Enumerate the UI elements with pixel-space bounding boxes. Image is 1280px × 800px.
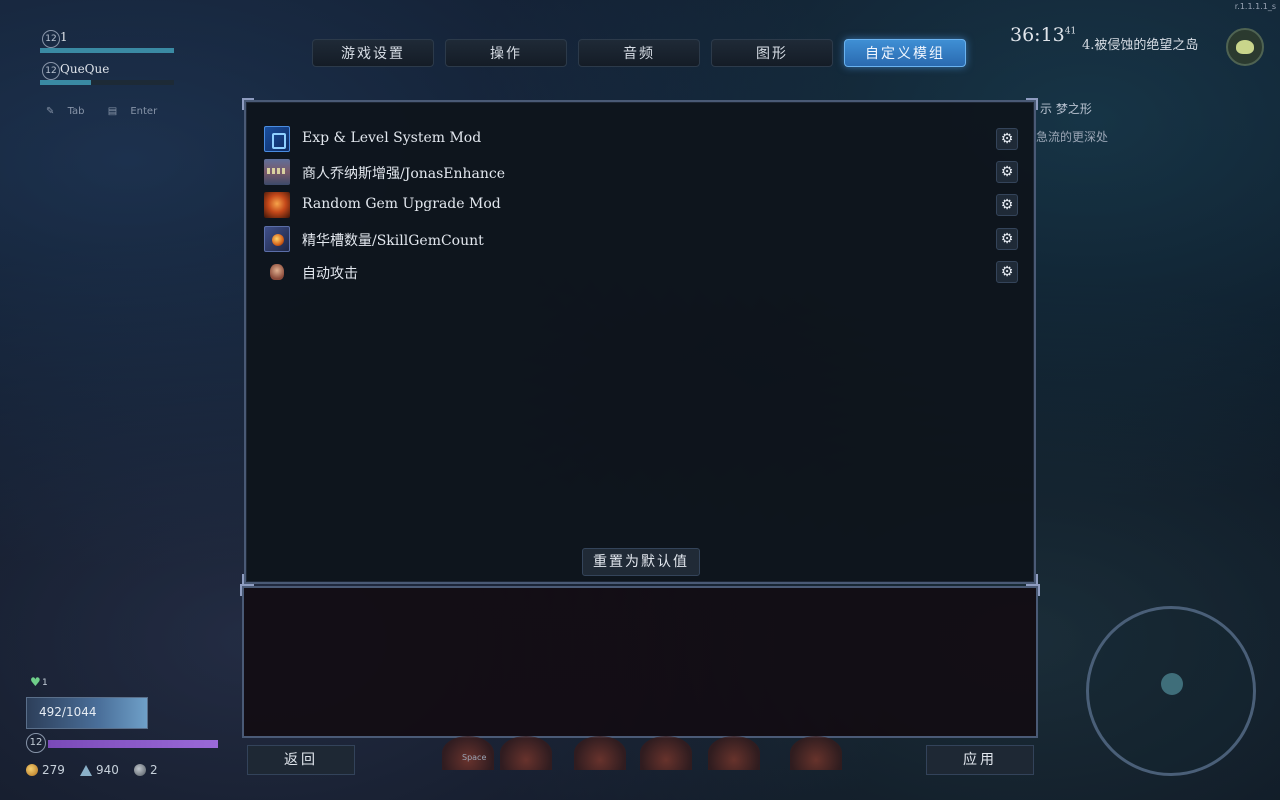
orb-counter: 2 [134, 763, 158, 777]
member-health-bar [40, 48, 174, 53]
run-timer: 36:1341 [1010, 24, 1076, 46]
member-health-fill [40, 80, 91, 85]
member-health-fill [40, 48, 174, 53]
mod-row[interactable]: 自动攻击 ⚙ [262, 257, 1018, 287]
tab-game-settings[interactable]: 游戏设置 [312, 39, 434, 67]
mod-name: 商人乔纳斯增强/JonasEnhance [302, 166, 506, 182]
party-member[interactable]: 12 QueQue [40, 60, 180, 92]
quest-objective: 示 梦之形 [1040, 102, 1092, 116]
chat-icon: ▤ [107, 106, 118, 117]
party-list: 12 1 12 QueQue [40, 28, 180, 92]
merchant-icon [264, 159, 290, 185]
mod-name: 精华槽数量/SkillGemCount [302, 233, 484, 249]
quest-title: 4.被侵蚀的绝望之岛 [1082, 38, 1199, 53]
player-health-text: 492/1044 [39, 705, 97, 719]
skill-gem-icon [264, 226, 290, 252]
player-marker-icon [1161, 673, 1183, 695]
tab-custom-mods[interactable]: 自定义模组 [844, 39, 966, 67]
apply-button[interactable]: 应用 [926, 745, 1034, 775]
mod-name: 自动攻击 [302, 266, 358, 282]
space-key-label: Space [462, 753, 487, 762]
skill-slot [790, 736, 842, 770]
tab-audio[interactable]: 音频 [578, 39, 700, 67]
mod-name: Exp & Level System Mod [302, 130, 482, 146]
mod-settings-button[interactable]: ⚙ [996, 128, 1018, 150]
mod-settings-button[interactable]: ⚙ [996, 228, 1018, 250]
enter-hint-label: Enter [130, 106, 158, 117]
minimap[interactable] [1086, 606, 1256, 776]
mod-name: Random Gem Upgrade Mod [302, 196, 501, 212]
heart-count: 1 [42, 678, 48, 688]
mod-row[interactable]: 精华槽数量/SkillGemCount ⚙ [262, 224, 1018, 254]
gear-icon: ⚙ [1000, 164, 1014, 180]
enter-hint: ▤ Enter [108, 106, 167, 117]
mod-settings-button[interactable]: ⚙ [996, 161, 1018, 183]
player-health-bar: 492/1044 [26, 697, 148, 729]
tab-controls[interactable]: 操作 [445, 39, 567, 67]
member-level: 12 [42, 62, 60, 80]
key-hints: ✎ Tab ▤ Enter [46, 106, 177, 117]
version-label: r.1.1.1.1_s [1234, 2, 1276, 11]
pencil-icon: ✎ [46, 106, 55, 117]
coin-icon [26, 764, 38, 776]
gold-counter: 279 [26, 763, 65, 777]
mod-list-panel: Exp & Level System Mod ⚙ 商人乔纳斯增强/JonasEn… [242, 98, 1038, 586]
shard-counter: 940 [80, 763, 119, 777]
gear-icon: ⚙ [1000, 197, 1014, 213]
timer-value: 36:13 [1010, 24, 1065, 46]
settings-tabs: 游戏设置 操作 音频 图形 自定义模组 [312, 39, 972, 69]
gem-icon [264, 192, 290, 218]
party-member[interactable]: 12 1 [40, 28, 180, 60]
quest-objective-sub: 急流的更深处 [1036, 130, 1109, 144]
boss-avatar-icon [1226, 28, 1264, 66]
skill-slot [708, 736, 760, 770]
orb-value: 2 [150, 763, 158, 777]
skill-slot [640, 736, 692, 770]
heart-icon: ♥ [30, 675, 41, 689]
gold-value: 279 [42, 763, 65, 777]
mod-row[interactable]: Random Gem Upgrade Mod ⚙ [262, 190, 1018, 220]
tab-hint: ✎ Tab [46, 106, 95, 117]
player-xp-fill [48, 740, 218, 748]
member-name: QueQue [60, 62, 110, 76]
player-xp-bar [48, 740, 218, 748]
tab-hint-label: Tab [67, 106, 85, 117]
mod-description-panel [240, 584, 1040, 738]
mod-settings-button[interactable]: ⚙ [996, 194, 1018, 216]
member-health-bar [40, 80, 174, 85]
auto-attack-icon [264, 259, 290, 285]
player-level: 12 [26, 733, 46, 753]
exp-level-icon [264, 126, 290, 152]
skill-slot [500, 736, 552, 770]
back-button[interactable]: 返回 [247, 745, 355, 775]
gear-icon: ⚙ [1000, 131, 1014, 147]
shard-icon [80, 765, 92, 776]
gear-icon: ⚙ [1000, 231, 1014, 247]
mod-row[interactable]: Exp & Level System Mod ⚙ [262, 124, 1018, 154]
member-level: 12 [42, 30, 60, 48]
member-name: 1 [60, 30, 68, 44]
shard-value: 940 [96, 763, 119, 777]
skill-slot [574, 736, 626, 770]
orb-icon [134, 764, 146, 776]
timer-seconds: 41 [1064, 26, 1077, 37]
gear-icon: ⚙ [1000, 264, 1014, 280]
tab-graphics[interactable]: 图形 [711, 39, 833, 67]
mod-settings-button[interactable]: ⚙ [996, 261, 1018, 283]
mod-row[interactable]: 商人乔纳斯增强/JonasEnhance ⚙ [262, 157, 1018, 187]
reset-defaults-button[interactable]: 重置为默认值 [582, 548, 700, 576]
